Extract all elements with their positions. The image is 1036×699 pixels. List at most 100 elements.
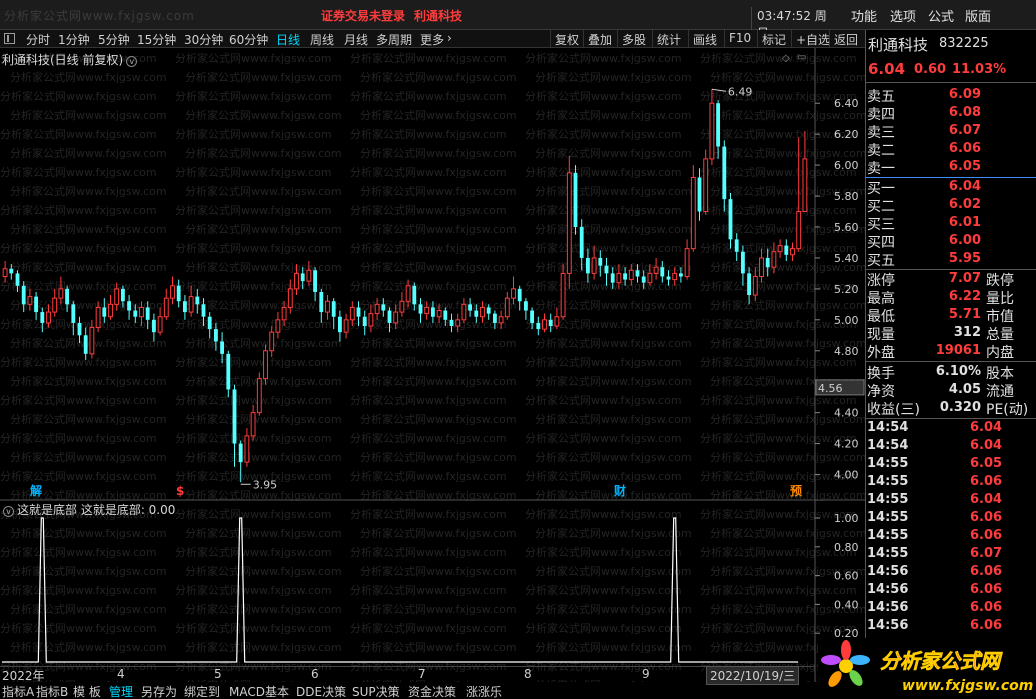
candle-body xyxy=(188,296,194,313)
candle-body xyxy=(542,319,547,330)
watermark-text: 分析家公式网www.fxjgsw.com xyxy=(350,203,507,217)
button-adjust[interactable]: 复权 xyxy=(550,30,583,48)
candle-body xyxy=(752,275,758,296)
candle xyxy=(331,298,336,330)
tick-time: 14:54 xyxy=(867,438,909,453)
watermark-text: 分析家公式网www.fxjgsw.com xyxy=(175,51,332,65)
tick-time: 14:55 xyxy=(867,546,909,561)
button-add-watchlist[interactable]: +自选 xyxy=(791,30,834,48)
watermark-text: 分析家公式网www.fxjgsw.com xyxy=(185,146,342,160)
menu-formula[interactable]: 公式 xyxy=(928,6,954,25)
watermark-text: 分析家公式网www.fxjgsw.com xyxy=(535,450,692,464)
tab-save-as[interactable]: 另存为 xyxy=(141,683,177,699)
candle-body xyxy=(325,300,330,313)
candle-body xyxy=(58,288,64,299)
button-mark[interactable]: 标记 xyxy=(757,30,790,48)
period-multi[interactable]: 多周期 xyxy=(376,31,412,48)
tab-bind-to[interactable]: 绑定到 xyxy=(184,683,220,699)
period-daily[interactable]: 日线 xyxy=(276,31,300,48)
button-multi-stock[interactable]: 多股 xyxy=(617,30,650,48)
login-status[interactable]: 证券交易未登录 xyxy=(321,7,405,24)
indicator-tick-label: 0.60 xyxy=(834,570,859,583)
watermark-text: 分析家公式网www.fxjgsw.com xyxy=(175,393,332,407)
tab-macd[interactable]: MACD基本 xyxy=(229,683,289,699)
candle-body xyxy=(653,266,659,274)
tab-sup[interactable]: SUP决策 xyxy=(352,683,400,699)
period-tick[interactable]: 分时 xyxy=(26,31,50,48)
tab-indicator-b[interactable]: 指标B xyxy=(36,683,68,699)
candle-body xyxy=(468,304,473,311)
stat-row-label: 现量 xyxy=(867,327,895,343)
button-draw[interactable]: 画线 xyxy=(688,30,721,48)
period-60min[interactable]: 60分钟 xyxy=(229,31,268,48)
tab-indicator-a[interactable]: 指标A xyxy=(2,683,34,699)
tick-row: 14:54 6.04 xyxy=(866,438,1036,456)
diamond-icon[interactable]: ◇ xyxy=(782,53,790,64)
watermark-text: 分析家公式网www.fxjgsw.com xyxy=(0,203,157,217)
watermark-text: 分析家公式网www.fxjgsw.com xyxy=(10,70,167,84)
fundamental-row-right-label: 股本 xyxy=(986,366,1014,382)
tab-template[interactable]: 模 板 xyxy=(73,683,101,699)
tick-row: 14:54 6.04 xyxy=(866,420,1036,438)
watermark-text: 分析家公式网www.fxjgsw.com xyxy=(525,127,682,141)
stat-row: 外盘 19061 内盘 xyxy=(866,342,1036,361)
period-monthly[interactable]: 月线 xyxy=(344,31,368,48)
button-statistics[interactable]: 统计 xyxy=(652,30,685,48)
stat-row-label: 最高 xyxy=(867,291,895,307)
tick-row: 14:55 6.06 xyxy=(866,528,1036,546)
chevron-right-icon[interactable]: › xyxy=(447,31,452,45)
tab-manage[interactable]: 管理 xyxy=(109,683,133,699)
stat-row-value: 6.22 xyxy=(948,289,981,304)
watermark-text: 分析家公式网www.fxjgsw.com xyxy=(525,431,682,445)
watermark-text: 分析家公式网www.fxjgsw.com xyxy=(10,108,167,122)
button-overlay[interactable]: 叠加 xyxy=(583,30,616,48)
candle xyxy=(703,149,709,215)
candle-body xyxy=(157,316,163,333)
tab-capital[interactable]: 资金决策 xyxy=(408,683,456,699)
candle-body xyxy=(660,267,665,277)
period-more[interactable]: 更多 xyxy=(420,31,444,48)
menu-layout[interactable]: 版面 xyxy=(965,6,991,25)
tick-price: 6.07 xyxy=(970,546,1003,561)
candle xyxy=(523,298,528,320)
watermark-text: 分析家公式网www.fxjgsw.com xyxy=(175,621,332,635)
menu-function[interactable]: 功能 xyxy=(851,6,877,25)
period-15min[interactable]: 15分钟 xyxy=(137,31,176,48)
chevron-down-icon[interactable]: v xyxy=(3,506,14,517)
watermark-text: 分析家公式网www.fxjgsw.com xyxy=(710,526,865,540)
watermark-text: 分析家公式网www.fxjgsw.com xyxy=(175,127,332,141)
fundamental-row-right-label: PE(动) xyxy=(986,402,1029,418)
button-back[interactable]: 返回 xyxy=(829,30,862,48)
last-price: 6.04 xyxy=(868,60,906,78)
flower-logo-icon xyxy=(821,640,870,687)
price-chart[interactable]: 分析家公式网www.fxjgsw.com 分析家公式网www.fxjgsw.com… xyxy=(0,48,865,682)
ask-row-value: 6.05 xyxy=(948,159,981,174)
button-f10[interactable]: F10 xyxy=(724,30,755,48)
watermark-text: 分析家公式网www.fxjgsw.com xyxy=(175,89,332,103)
period-5min[interactable]: 5分钟 xyxy=(98,31,130,48)
collapse-icon[interactable]: ▭ xyxy=(797,52,806,63)
watermark-text: 分析家公式网www.fxjgsw.com xyxy=(350,393,507,407)
tick-time: 14:56 xyxy=(867,564,909,579)
watermark-text: 分析家公式网www.fxjgsw.com xyxy=(535,222,692,236)
menu-options[interactable]: 选项 xyxy=(890,6,916,25)
watermark-text: 分析家公式网www.fxjgsw.com xyxy=(185,336,342,350)
candle-body xyxy=(356,307,361,317)
tab-dde[interactable]: DDE决策 xyxy=(296,683,346,699)
candle-body xyxy=(102,307,107,317)
ask-row-label: 卖五 xyxy=(867,89,895,105)
candle-body xyxy=(182,301,187,313)
watermark-text: 分析家公式网www.fxjgsw.com xyxy=(525,621,682,635)
watermark-text: 分析家公式网www.fxjgsw.com xyxy=(350,127,507,141)
tab-zhangzhangle[interactable]: 涨涨乐 xyxy=(466,683,502,699)
candle-body xyxy=(27,296,33,305)
candle-body xyxy=(281,306,287,321)
period-1min[interactable]: 1分钟 xyxy=(58,31,90,48)
period-weekly[interactable]: 周线 xyxy=(310,31,334,48)
layout-toggle-icon[interactable] xyxy=(4,33,15,44)
period-30min[interactable]: 30分钟 xyxy=(184,31,223,48)
watermark-text: 分析家公式网www.fxjgsw.com xyxy=(535,108,692,122)
watermark-text: 分析家公式网www.fxjgsw.com xyxy=(535,526,692,540)
watermark-text: 分析家公式网www.fxjgsw.com xyxy=(350,507,507,521)
chevron-down-icon[interactable]: v xyxy=(126,56,138,67)
